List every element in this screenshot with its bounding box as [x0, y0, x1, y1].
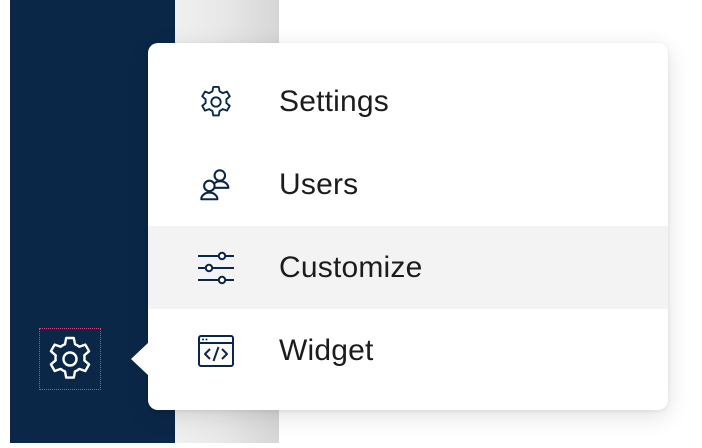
sidebar-settings-button[interactable] — [39, 328, 101, 390]
gear-icon — [196, 82, 236, 122]
menu-item-label: Users — [279, 167, 359, 201]
settings-popup-menu: Settings Users Customize Widget — [148, 43, 668, 410]
menu-list: Settings Users Customize Widget — [148, 60, 668, 392]
app-screen: Settings Users Customize Widget — [0, 0, 702, 448]
sliders-icon — [196, 248, 236, 288]
menu-item-settings[interactable]: Settings — [148, 60, 668, 143]
menu-item-label: Settings — [279, 84, 389, 118]
menu-item-widget[interactable]: Widget — [148, 309, 668, 392]
menu-item-label: Widget — [279, 333, 374, 367]
widget-code-icon — [196, 331, 236, 371]
menu-item-users[interactable]: Users — [148, 143, 668, 226]
menu-item-label: Customize — [279, 250, 423, 284]
gear-icon — [49, 336, 91, 379]
menu-item-customize[interactable]: Customize — [148, 226, 668, 309]
users-icon — [196, 165, 236, 205]
menu-pointer — [131, 342, 149, 376]
left-edge — [0, 0, 10, 448]
